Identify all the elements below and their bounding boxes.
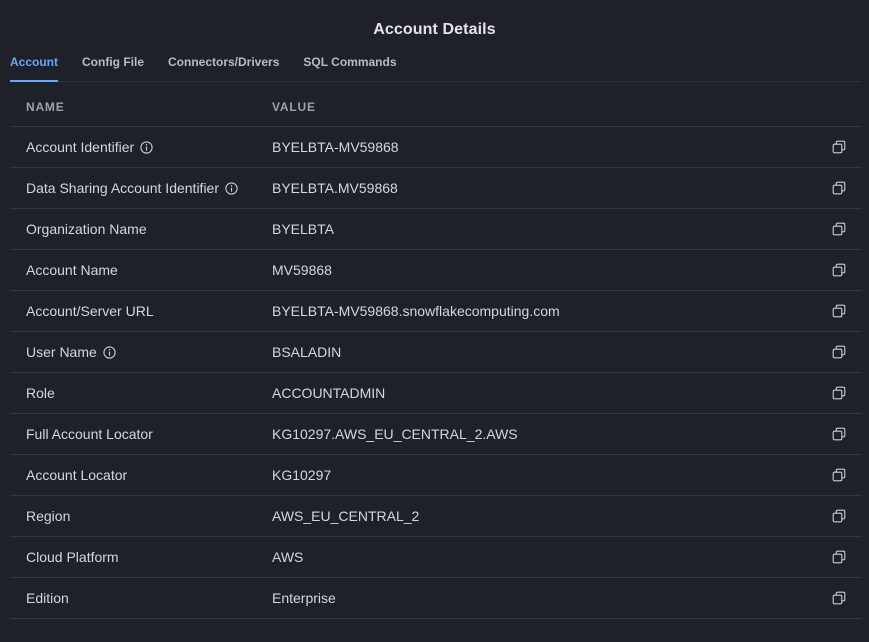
table-header-row: NAME VALUE	[10, 88, 862, 127]
row-name-label: Role	[26, 385, 55, 401]
row-name-cell: Account Name	[10, 262, 272, 278]
info-icon[interactable]	[225, 181, 238, 195]
tab-connectors-drivers[interactable]: Connectors/Drivers	[168, 54, 279, 79]
copy-icon[interactable]	[832, 222, 846, 236]
table-row: Data Sharing Account Identifier BYELBTA.M…	[10, 168, 862, 209]
table-row: Account Identifier BYELBTA-MV59868	[10, 127, 862, 168]
row-value: ACCOUNTADMIN	[272, 385, 386, 401]
table-row: Role ACCOUNTADMIN	[10, 373, 862, 414]
copy-icon[interactable]	[832, 427, 846, 441]
copy-icon[interactable]	[832, 550, 846, 564]
copy-icon[interactable]	[832, 591, 846, 605]
copy-icon[interactable]	[832, 263, 846, 277]
row-name-label: Data Sharing Account Identifier	[26, 180, 220, 196]
row-name-label: Organization Name	[26, 221, 147, 237]
row-name-cell: Cloud Platform	[10, 549, 272, 565]
copy-icon[interactable]	[832, 468, 846, 482]
row-name-label: Account Identifier	[26, 139, 135, 155]
info-icon[interactable]	[103, 345, 116, 359]
row-value: MV59868	[272, 262, 332, 278]
table-row: User Name BSALADIN	[10, 332, 862, 373]
row-name-label: Account Name	[26, 262, 118, 278]
row-name-label: Account Locator	[26, 467, 128, 483]
row-value: BYELBTA-MV59868	[272, 139, 399, 155]
row-name-label: Edition	[26, 590, 69, 606]
row-value: AWS_EU_CENTRAL_2	[272, 508, 420, 524]
column-header-value: VALUE	[272, 100, 316, 114]
row-name-cell: Full Account Locator	[10, 426, 272, 442]
table-row: Cloud Platform AWS	[10, 537, 862, 578]
copy-icon[interactable]	[832, 386, 846, 400]
row-value: BYELBTA-MV59868.snowflakecomputing.com	[272, 303, 560, 319]
row-name-cell: Edition	[10, 590, 272, 606]
row-value: BSALADIN	[272, 344, 342, 360]
page-title: Account Details	[373, 21, 496, 38]
tab-sql-commands[interactable]: SQL Commands	[303, 54, 396, 79]
column-header-name: NAME	[26, 100, 65, 114]
row-name-cell: Account/Server URL	[10, 303, 272, 319]
row-name-label: Full Account Locator	[26, 426, 153, 442]
table-row: Account Locator KG10297	[10, 455, 862, 496]
row-name-cell: Role	[10, 385, 272, 401]
row-value: BYELBTA.MV59868	[272, 180, 398, 196]
copy-icon[interactable]	[832, 509, 846, 523]
row-name-cell: Data Sharing Account Identifier	[10, 180, 272, 196]
copy-icon[interactable]	[832, 181, 846, 195]
table-row: Account Name MV59868	[10, 250, 862, 291]
row-name-label: User Name	[26, 344, 97, 360]
row-value: BYELBTA	[272, 221, 334, 237]
tab-account[interactable]: Account	[10, 54, 58, 82]
tab-config-file[interactable]: Config File	[82, 54, 144, 79]
table-body: Account Identifier BYELBTA-MV59868 Data Sh…	[10, 127, 862, 619]
table-row: Full Account Locator KG10297.AWS_EU_CENTR…	[10, 414, 862, 455]
row-value: KG10297	[272, 467, 332, 483]
table-row: Edition Enterprise	[10, 578, 862, 619]
row-name-label: Region	[26, 508, 71, 524]
row-name-cell: Organization Name	[10, 221, 272, 237]
row-name-cell: Account Locator	[10, 467, 272, 483]
row-name-cell: User Name	[10, 344, 272, 360]
row-value: KG10297.AWS_EU_CENTRAL_2.AWS	[272, 426, 518, 442]
table-row: Organization Name BYELBTA	[10, 209, 862, 250]
row-value: Enterprise	[272, 590, 336, 606]
account-details-table: NAME VALUE Account Identifier BYELBTA-MV5…	[10, 88, 862, 619]
copy-icon[interactable]	[832, 304, 846, 318]
info-icon[interactable]	[140, 140, 153, 154]
copy-icon[interactable]	[832, 140, 846, 154]
row-name-cell: Account Identifier	[10, 139, 272, 155]
row-name-label: Account/Server URL	[26, 303, 154, 319]
table-row: Account/Server URL BYELBTA-MV59868.snowfl…	[10, 291, 862, 332]
row-value: AWS	[272, 549, 304, 565]
copy-icon[interactable]	[832, 345, 846, 359]
tab-bar: Account Config File Connectors/Drivers S…	[10, 54, 861, 82]
row-name-cell: Region	[10, 508, 272, 524]
row-name-label: Cloud Platform	[26, 549, 119, 565]
table-row: Region AWS_EU_CENTRAL_2	[10, 496, 862, 537]
